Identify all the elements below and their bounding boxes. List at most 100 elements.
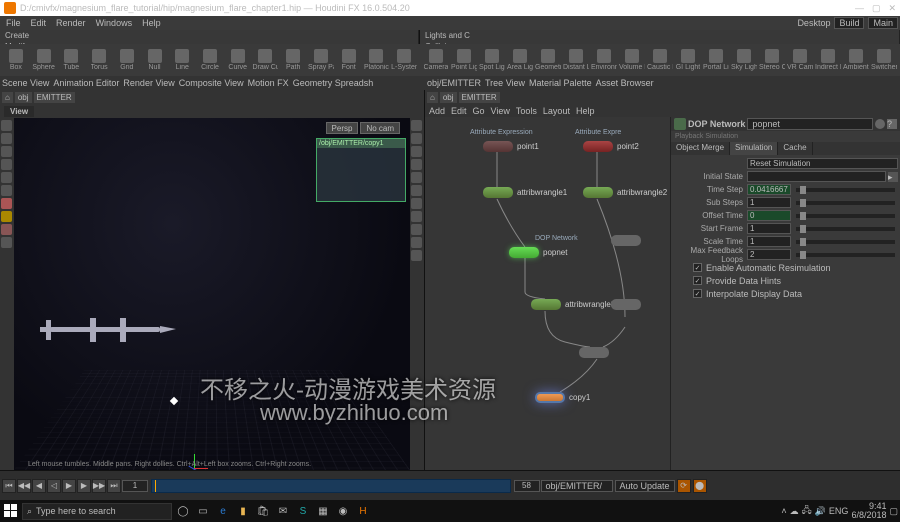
menu-windows[interactable]: Windows [92,18,137,28]
pane-tab[interactable]: Tree View [485,78,525,88]
shelf-tab[interactable]: Lights and C [420,30,900,41]
start-button[interactable] [2,502,20,520]
node-attribwrangle1[interactable]: attribwrangle1 [483,187,567,198]
tool-spray[interactable]: Spray Paint [307,49,335,71]
nmenu-add[interactable]: Add [429,106,445,116]
desktop-select[interactable]: Build [834,17,864,29]
tool-ambientlight[interactable]: Ambient Light [842,49,870,71]
tray-up-icon[interactable]: ˄ [781,506,786,516]
node-point2[interactable]: point2 [583,141,639,152]
skype-icon[interactable]: S [294,502,312,520]
volume-icon[interactable]: 🔊 [815,506,826,517]
persp-pill[interactable]: Persp [326,122,359,134]
bg-icon[interactable] [411,198,422,209]
houdini-taskbar-icon[interactable]: H [354,502,372,520]
crumb-obj[interactable]: obj [440,92,457,103]
taskbar-search[interactable]: ⌕Type here to search [22,503,172,520]
tool-drawcurve[interactable]: Draw Curve [252,49,280,71]
next-key-button[interactable]: ▶▶ [92,479,106,493]
tool-switcher[interactable]: Switcher [870,49,898,71]
playhead[interactable] [155,480,156,492]
scene-viewport[interactable]: Persp No cam /obj/EMITTER/copy1 Left mou… [14,118,410,470]
tool-camera[interactable]: Camera [422,49,450,71]
tool-line[interactable]: Line [168,49,196,71]
minimize-button[interactable]: — [855,3,864,14]
render-tool-icon[interactable] [1,198,12,209]
gamma-icon[interactable] [411,250,422,261]
ortho-icon[interactable] [411,224,422,235]
timeline-path[interactable]: obj/EMITTER/ [541,480,613,492]
checkbox-icon[interactable]: ✓ [693,263,702,272]
node-attribwrangle3[interactable]: attribwrangle3 [531,299,615,310]
node-copy1[interactable]: copy1 [535,392,590,403]
tool-stereocam[interactable]: Stereo Cam [758,49,786,71]
gear-icon[interactable] [875,119,885,129]
param-tab[interactable]: Object Merge [671,142,730,155]
tool-portallight[interactable]: Portal Light [702,49,730,71]
param-slider[interactable] [796,227,895,231]
last-frame-button[interactable]: ⏭ [107,479,121,493]
tool-sphere[interactable]: Sphere [30,49,58,71]
auto-update-select[interactable]: Auto Update [615,480,675,492]
taskview-icon[interactable]: ▭ [194,502,212,520]
play-button[interactable]: ▶ [62,479,76,493]
tool-geolight[interactable]: Geometry Li [534,49,562,71]
tool-vollight[interactable]: Volume Light [618,49,646,71]
flipbook-tool-icon[interactable] [1,224,12,235]
pane-tab[interactable]: Render View [123,78,174,88]
crumb-home[interactable]: ⌂ [427,92,438,103]
end-frame-field[interactable]: 58 [514,480,540,492]
pane-tab[interactable]: Asset Browser [596,78,654,88]
crumb-emitter[interactable]: EMITTER [459,92,500,103]
checkbox-icon[interactable]: ✓ [693,276,702,285]
prev-key-button[interactable]: ◀◀ [17,479,31,493]
float-panel[interactable]: /obj/EMITTER/copy1 [316,138,406,202]
tool-curve[interactable]: Curve [224,49,252,71]
param-node-name[interactable]: popnet [747,118,873,130]
param-value[interactable] [747,171,886,182]
param-tab[interactable]: Simulation [730,142,778,155]
nmenu-go[interactable]: Go [473,106,485,116]
param-value[interactable]: 1 [747,223,791,234]
crumb-obj[interactable]: obj [15,92,32,103]
param-value[interactable]: 1 [747,236,791,247]
snap-tool-icon[interactable] [1,185,12,196]
cortana-icon[interactable]: ◯ [174,502,192,520]
reset-simulation-button[interactable]: Reset Simulation [747,158,898,169]
tool-envlight[interactable]: Environmen [590,49,618,71]
sim-icon[interactable]: ⬤ [693,479,707,493]
browse-icon[interactable]: ▸ [888,172,898,182]
node-merge[interactable] [579,347,609,358]
pane-tab[interactable]: Geometry Spreadsh [293,78,374,88]
wire-icon[interactable] [411,133,422,144]
view-tab[interactable]: View [4,106,34,117]
maximize-button[interactable]: ▢ [872,3,881,14]
handle-tool-icon[interactable] [1,172,12,183]
app-icon[interactable]: ▦ [314,502,332,520]
help-icon[interactable]: ? [887,119,897,129]
tool-distantlight[interactable]: Distant Light [562,49,590,71]
lang-indicator[interactable]: ENG [829,506,849,516]
node-attribwrangle2[interactable]: attribwrangle2 [583,187,667,198]
timeline-track[interactable] [151,479,511,493]
tool-indirectlight[interactable]: Indirect Light [814,49,842,71]
play-reverse-button[interactable]: ◁ [47,479,61,493]
tool-lsystem[interactable]: L-System [390,49,418,71]
param-tab[interactable]: Cache [778,142,812,155]
shelf-tab[interactable]: Create [0,30,419,41]
param-value[interactable]: 0 [747,210,791,221]
tool-arealight[interactable]: Area Light [506,49,534,71]
next-frame-button[interactable]: ▶ [77,479,91,493]
nmenu-layout[interactable]: Layout [543,106,570,116]
pane-tab[interactable]: Motion FX [248,78,289,88]
node-point1[interactable]: point1 [483,141,539,152]
first-frame-button[interactable]: ⏮ [2,479,16,493]
hqrender-icon[interactable] [411,211,422,222]
pane-tab[interactable]: Composite View [179,78,244,88]
tool-vrcam[interactable]: VR Camera [786,49,814,71]
menu-edit[interactable]: Edit [27,18,51,28]
camera-tool-icon[interactable] [1,211,12,222]
tool-skylight[interactable]: Sky Light [730,49,758,71]
scale-tool-icon[interactable] [1,159,12,170]
nmenu-view[interactable]: View [491,106,510,116]
